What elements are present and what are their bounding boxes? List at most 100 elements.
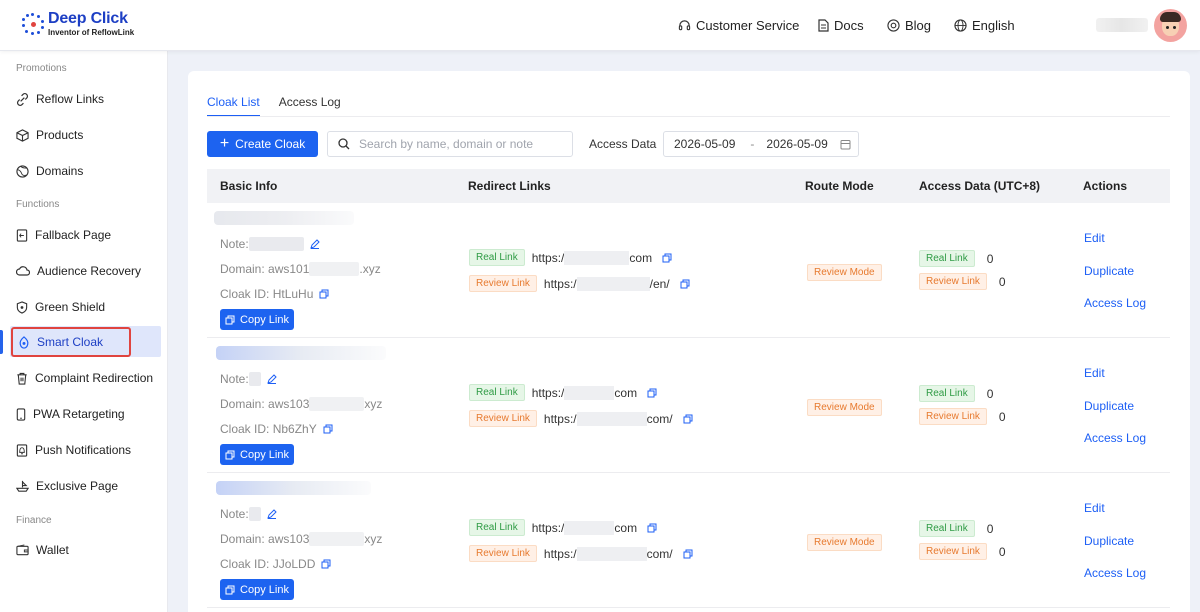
access-review-line: Review Link 0 — [919, 273, 1006, 290]
edit-note-icon[interactable] — [266, 374, 277, 384]
nav-docs[interactable]: Docs — [818, 0, 864, 51]
real-url-suffix: com — [629, 250, 653, 265]
domain-suffix: .xyz — [359, 262, 381, 276]
sidebar-item-label: Complaint Redirection — [35, 371, 154, 385]
external-link-icon[interactable] — [683, 549, 693, 559]
review-url-prefix[interactable]: https:/ — [544, 412, 577, 426]
edit-note-icon[interactable] — [266, 509, 277, 519]
search-input[interactable] — [359, 137, 559, 151]
copy-link-button[interactable]: Copy Link — [220, 579, 294, 600]
external-link-icon[interactable] — [647, 523, 657, 533]
nav-blog-label: Blog — [905, 18, 932, 33]
sidebar-item-fallback-page[interactable]: Fallback Page — [0, 219, 168, 251]
real-url-prefix[interactable]: https:/ — [532, 386, 565, 400]
cloak-name-redacted — [214, 211, 354, 225]
date-range-picker[interactable]: 2026-05-09 - 2026-05-09 — [663, 131, 859, 157]
review-url-suffix: /en/ — [649, 276, 670, 291]
external-link-icon[interactable] — [647, 388, 657, 398]
copy-id-icon[interactable] — [323, 424, 333, 434]
nav-language[interactable]: English — [954, 0, 1015, 51]
logo-title: Deep Click — [48, 10, 128, 27]
search-box — [327, 131, 573, 157]
copy-link-label: Copy Link — [240, 448, 289, 461]
duplicate-link[interactable]: Duplicate — [1084, 399, 1134, 413]
tab-access-log[interactable]: Access Log — [279, 95, 341, 117]
col-basic-info: Basic Info — [220, 179, 278, 193]
review-link-tag: Review Link — [469, 275, 537, 292]
route-mode-cell: Review Mode — [807, 263, 889, 281]
external-link-icon[interactable] — [680, 279, 690, 289]
headset-icon — [678, 20, 691, 31]
sidebar-item-pwa-retargeting[interactable]: PWA Retargeting — [0, 398, 168, 430]
domain-prefix: aws101 — [268, 262, 310, 276]
access-review-tag: Review Link — [919, 273, 987, 290]
review-url-prefix[interactable]: https:/ — [544, 277, 577, 291]
access-review-line: Review Link 0 — [919, 408, 1006, 425]
domain-line: Domain: aws103 xyz — [220, 532, 382, 546]
review-url-prefix[interactable]: https:/ — [544, 547, 577, 561]
copy-link-button[interactable]: Copy Link — [220, 444, 294, 465]
real-link-tag: Real Link — [469, 519, 525, 536]
create-cloak-label: Create Cloak — [235, 137, 306, 151]
avatar[interactable] — [1154, 9, 1187, 42]
sidebar-item-exclusive-page[interactable]: Exclusive Page — [0, 470, 168, 502]
col-access-data: Access Data (UTC+8) — [919, 179, 1041, 193]
real-url-suffix: com — [614, 520, 638, 535]
access-data-label: Access Data — [589, 137, 657, 151]
access-log-link[interactable]: Access Log — [1084, 566, 1146, 580]
duplicate-link[interactable]: Duplicate — [1084, 534, 1134, 548]
copy-id-icon[interactable] — [319, 289, 329, 299]
edit-note-icon[interactable] — [309, 239, 320, 249]
date-start[interactable]: 2026-05-09 — [674, 137, 735, 151]
sidebar-item-reflow-links[interactable]: Reflow Links — [0, 83, 168, 115]
section-finance: Finance — [16, 515, 52, 526]
real-url-prefix[interactable]: https:/ — [532, 251, 565, 265]
external-link-icon[interactable] — [662, 253, 672, 263]
review-url-suffix: com/ — [646, 411, 673, 426]
col-redirect-links: Redirect Links — [468, 179, 551, 193]
date-end[interactable]: 2026-05-09 — [766, 137, 827, 151]
tab-cloak-list[interactable]: Cloak List — [207, 95, 260, 117]
sidebar-item-complaint-redirection[interactable]: Complaint Redirection — [0, 362, 168, 394]
edit-link[interactable]: Edit — [1084, 231, 1105, 245]
copy-link-button[interactable]: Copy Link — [220, 309, 294, 330]
route-mode-cell: Review Mode — [807, 533, 889, 551]
real-link-tag: Real Link — [469, 384, 525, 401]
access-log-link[interactable]: Access Log — [1084, 431, 1146, 445]
real-url-redacted — [564, 520, 615, 535]
sidebar-item-products[interactable]: Products — [0, 119, 168, 151]
note-redacted — [248, 237, 304, 251]
access-real-line: Real Link 0 — [919, 385, 993, 402]
create-cloak-button[interactable]: + Create Cloak — [207, 131, 318, 157]
tabs: Cloak List Access Log — [207, 95, 360, 117]
domain-label: Domain: — [220, 397, 265, 411]
real-url-prefix[interactable]: https:/ — [532, 521, 565, 535]
sidebar-item-label: Products — [36, 128, 84, 142]
copy-id-icon[interactable] — [321, 559, 331, 569]
blog-icon — [887, 19, 900, 32]
nav-customer-service[interactable]: Customer Service — [678, 0, 799, 51]
sidebar-item-domains[interactable]: Domains — [0, 155, 168, 187]
nav-blog[interactable]: Blog — [887, 0, 931, 51]
access-review-line: Review Link 0 — [919, 543, 1006, 560]
sidebar-item-wallet[interactable]: Wallet — [0, 534, 168, 566]
note-redacted — [248, 372, 261, 386]
sidebar-item-push-notifications[interactable]: Push Notifications — [0, 434, 168, 466]
cloak-id-value: Nb6ZhY — [272, 422, 317, 436]
sidebar-item-green-shield[interactable]: Green Shield — [0, 291, 168, 323]
note-label: Note: — [220, 237, 249, 251]
access-review-count: 0 — [998, 544, 1006, 559]
cloak-id-value: HtLuHu — [272, 287, 314, 301]
logo[interactable]: Deep Click Inventor of ReflowLink — [22, 11, 134, 37]
external-link-icon[interactable] — [683, 414, 693, 424]
duplicate-link[interactable]: Duplicate — [1084, 264, 1134, 278]
sidebar-item-audience-recovery[interactable]: Audience Recovery — [0, 255, 168, 287]
edit-link[interactable]: Edit — [1084, 366, 1105, 380]
review-url-suffix: com/ — [646, 546, 673, 561]
section-functions: Functions — [16, 199, 60, 210]
note-line: Note: — [220, 372, 277, 386]
logo-subtitle: Inventor of ReflowLink — [48, 28, 135, 37]
edit-link[interactable]: Edit — [1084, 501, 1105, 515]
col-actions: Actions — [1083, 179, 1128, 193]
access-log-link[interactable]: Access Log — [1084, 296, 1146, 310]
